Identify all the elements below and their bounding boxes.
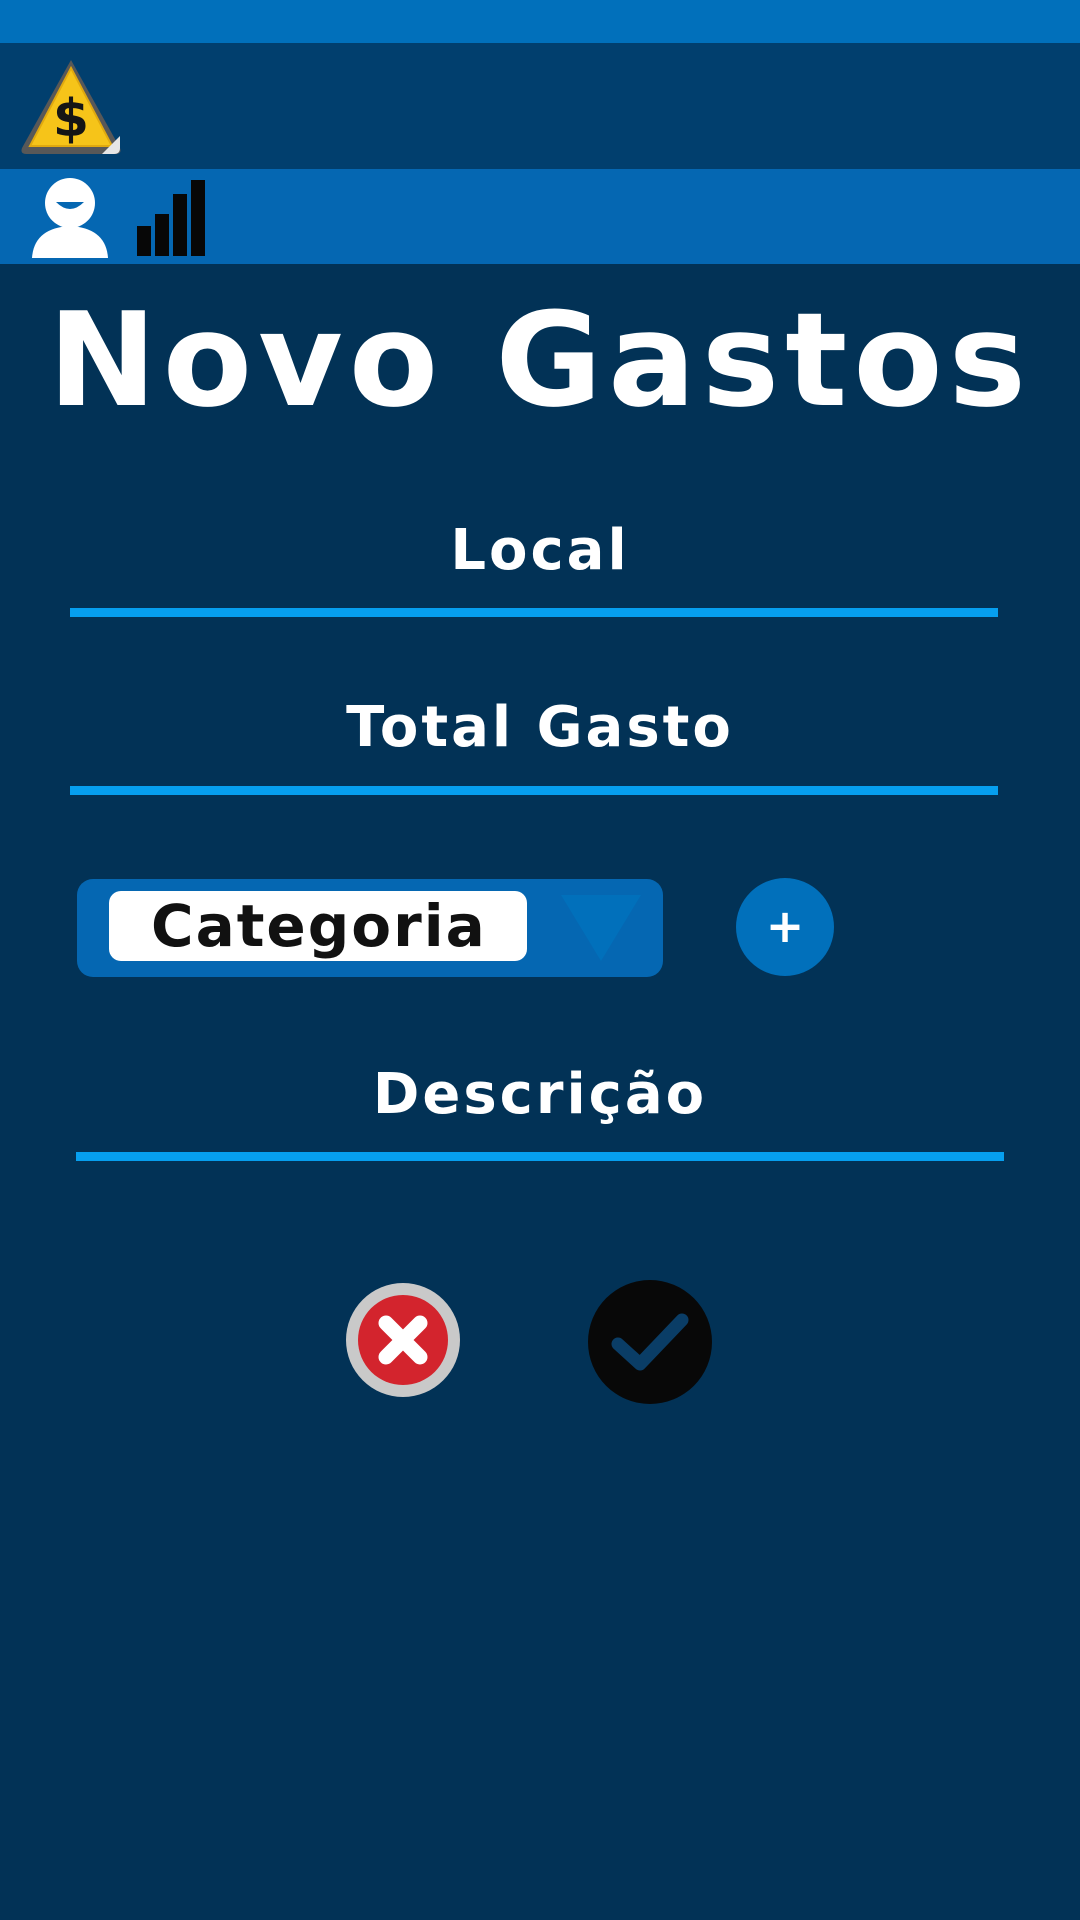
dollar-warning-logo-icon[interactable]: $ <box>18 56 124 160</box>
descricao-input[interactable] <box>70 1092 1002 1148</box>
logo-bar <box>0 43 1080 169</box>
descricao-underline <box>76 1152 1004 1161</box>
cancel-button[interactable] <box>346 1283 460 1397</box>
confirm-button[interactable] <box>588 1280 712 1404</box>
page-title: Novo Gastos <box>47 284 1033 436</box>
local-input[interactable] <box>70 548 1002 604</box>
total-gasto-underline <box>70 786 998 795</box>
user-icon[interactable] <box>30 176 110 258</box>
category-select[interactable]: Categoria <box>77 879 663 977</box>
svg-text:$: $ <box>53 89 89 149</box>
add-category-button[interactable]: + <box>736 878 834 976</box>
bar-chart-icon[interactable] <box>134 178 214 258</box>
triangle-down-icon[interactable] <box>559 893 643 963</box>
total-gasto-input[interactable] <box>70 725 1002 781</box>
top-strip <box>0 0 1080 43</box>
local-underline <box>70 608 998 617</box>
category-value: Categoria <box>109 891 527 961</box>
check-icon <box>611 1313 689 1371</box>
close-icon <box>358 1295 448 1385</box>
